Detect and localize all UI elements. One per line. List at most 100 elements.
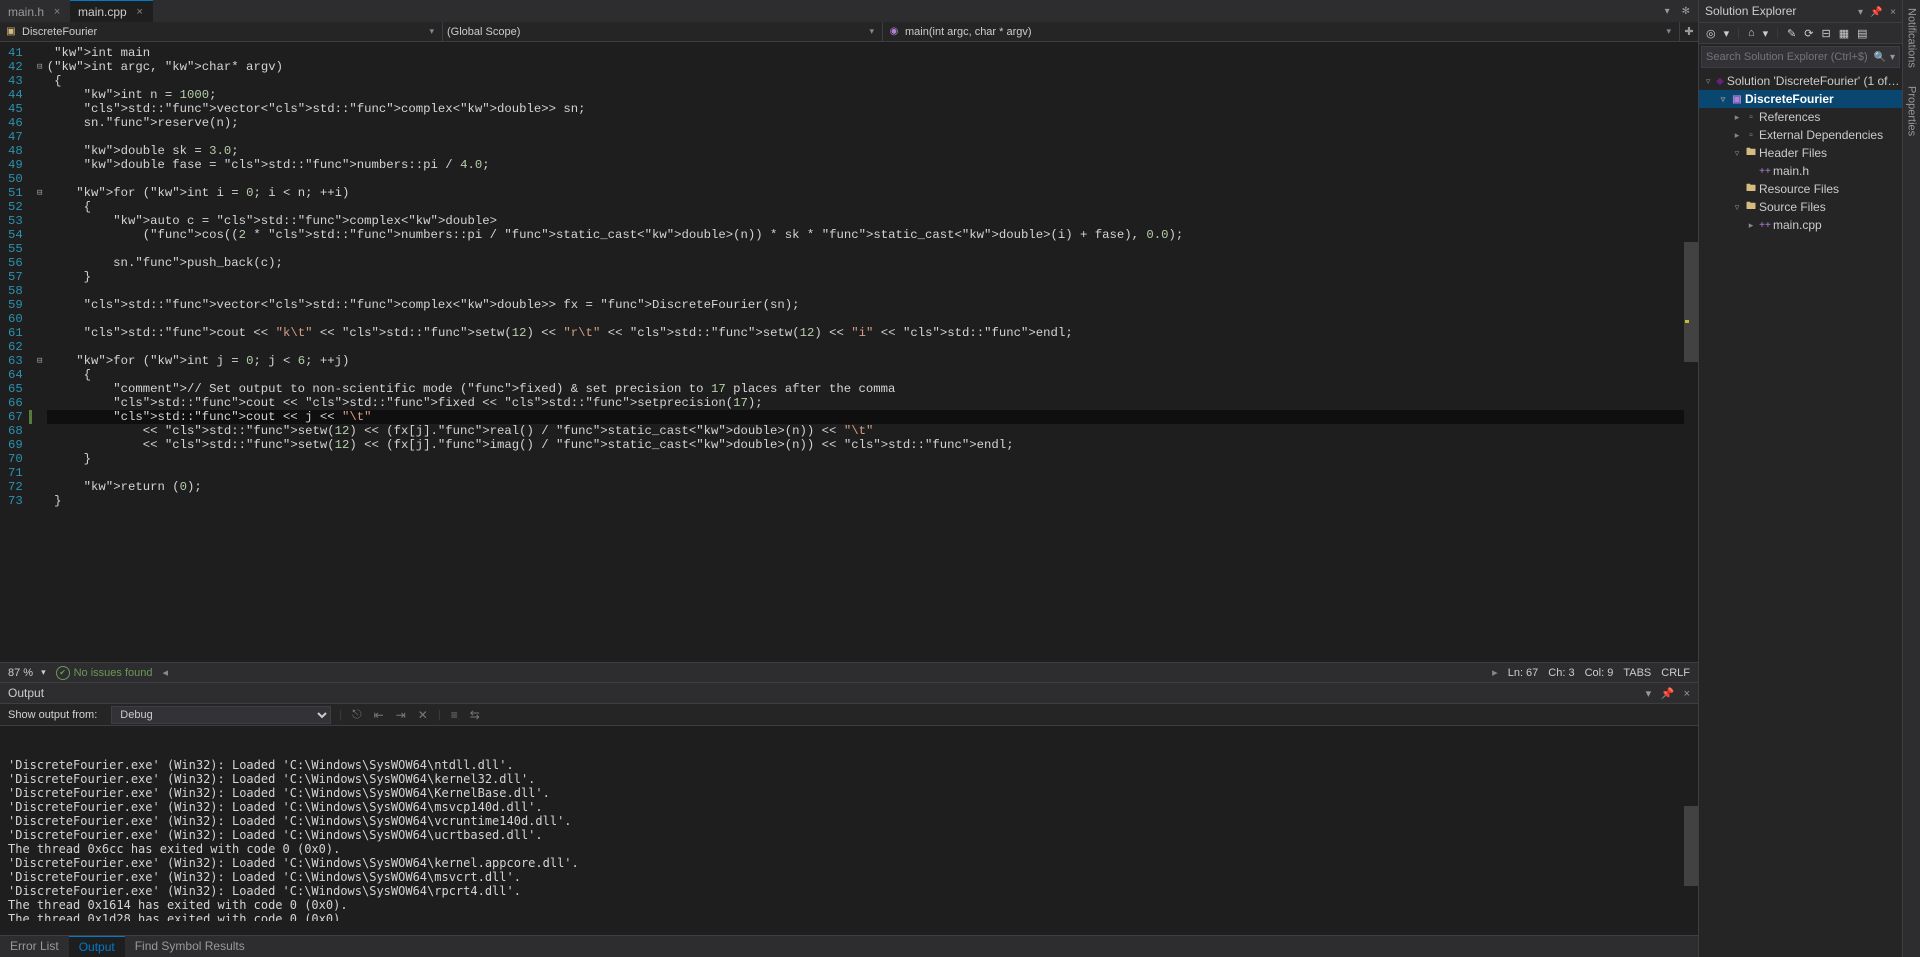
tree-label: Resource Files — [1759, 182, 1839, 196]
code-content[interactable]: "kw">int main("kw">int argc, "kw">char* … — [47, 42, 1698, 512]
expand-icon[interactable]: ▸ — [1745, 220, 1757, 231]
folder-icon: 🖿 — [1743, 145, 1759, 162]
output-source-label: Show output from: — [8, 709, 97, 721]
back-icon[interactable]: ◎ — [1703, 25, 1719, 42]
solution-explorer-search[interactable]: 🔍 ▾ — [1701, 46, 1900, 68]
output-source-select[interactable]: Debug — [111, 706, 331, 724]
tab-overflow-icon[interactable]: ▾ — [1661, 4, 1674, 19]
expand-icon[interactable]: ▿ — [1731, 202, 1743, 213]
dropdown-icon[interactable]: ▾ — [1646, 688, 1652, 700]
search-input[interactable] — [1706, 51, 1870, 63]
output-vertical-scrollbar[interactable] — [1684, 726, 1698, 921]
chevron-down-icon: ▾ — [41, 667, 46, 678]
notifications-tab[interactable]: Notifications — [1906, 4, 1918, 72]
ref-icon: ▫ — [1743, 112, 1759, 123]
tree-label: References — [1759, 110, 1820, 124]
tree-node[interactable]: ▿🖿Source Files — [1699, 198, 1902, 216]
issues-status[interactable]: No issues found — [56, 666, 153, 680]
tab-gear-icon[interactable]: ✻ — [1678, 4, 1694, 19]
dropdown-icon[interactable]: ▾ — [1858, 7, 1863, 18]
line-indicator[interactable]: Ln: 67 — [1508, 667, 1539, 679]
breadcrumb-function[interactable]: ◉ main(int argc, char * argv) ▾ — [883, 22, 1680, 41]
nav-next-icon[interactable]: ▸ — [1492, 666, 1498, 679]
tree-node[interactable]: ++main.h — [1699, 162, 1902, 180]
tab-find-symbol-results[interactable]: Find Symbol Results — [125, 936, 255, 957]
tab-error-list[interactable]: Error List — [0, 936, 69, 957]
close-icon[interactable]: × — [1684, 688, 1690, 700]
tree-label: main.cpp — [1773, 218, 1822, 232]
fwd-icon[interactable]: ▾ — [1721, 25, 1733, 42]
breadcrumb-label: (Global Scope) — [447, 26, 520, 38]
breadcrumb-project[interactable]: ▣ DiscreteFourier ▾ — [0, 22, 443, 41]
search-icon[interactable]: 🔍 — [1874, 52, 1886, 63]
scrollbar-thumb[interactable] — [1684, 242, 1698, 362]
toggle-icon[interactable]: ⇆ — [468, 706, 482, 724]
tree-node[interactable]: ▿◆Solution 'DiscreteFourier' (1 of 1 pro… — [1699, 72, 1902, 90]
right-sidebar: Notifications Properties — [1902, 0, 1920, 957]
solution-explorer: Solution Explorer ▾ 📌 × ◎ ▾ | ⌂ ▾ | ✎ ⟳ … — [1698, 0, 1902, 957]
expand-icon[interactable]: ▿ — [1717, 94, 1729, 105]
tree-node[interactable]: 🖿Resource Files — [1699, 180, 1902, 198]
indent-indicator[interactable]: TABS — [1623, 667, 1651, 679]
line-ending-indicator[interactable]: CRLF — [1661, 667, 1690, 679]
search-dropdown-icon[interactable]: ▾ — [1890, 52, 1895, 63]
breadcrumb: ▣ DiscreteFourier ▾ (Global Scope) ▾ ◉ m… — [0, 22, 1698, 42]
collapse-icon[interactable]: ⊟ — [1818, 25, 1833, 42]
output-title: Output — [8, 686, 44, 700]
proj-icon: ▣ — [1729, 94, 1745, 105]
nav-prev-icon[interactable]: ◂ — [163, 666, 169, 679]
zoom-level[interactable]: 87 %▾ — [8, 667, 46, 679]
sync-icon[interactable]: ⟳ — [1801, 25, 1816, 42]
find-icon[interactable]: ⎋ — [350, 705, 364, 724]
code-editor[interactable]: 4142434445464748495051525354555657585960… — [0, 42, 1698, 662]
scroll-marker — [1685, 320, 1689, 323]
ref-icon: ▫ — [1743, 130, 1759, 141]
tab-bar: main.h × main.cpp × ▾ ✻ — [0, 0, 1698, 22]
scrollbar-thumb[interactable] — [1684, 806, 1698, 886]
expand-icon[interactable]: ▿ — [1703, 76, 1713, 87]
tab-label: main.h — [8, 5, 44, 19]
pending-changes-icon[interactable]: ✎ — [1784, 25, 1799, 42]
pin-icon[interactable]: 📌 — [1870, 7, 1882, 18]
solution-explorer-toolbar: ◎ ▾ | ⌂ ▾ | ✎ ⟳ ⊟ ▦ ▤ — [1699, 22, 1902, 44]
tree-node[interactable]: ▸▫External Dependencies — [1699, 126, 1902, 144]
solution-tree[interactable]: ▿◆Solution 'DiscreteFourier' (1 of 1 pro… — [1699, 70, 1902, 957]
editor-status-bar: 87 %▾ No issues found ◂ ▸ Ln: 67 Ch: 3 C… — [0, 662, 1698, 682]
tab-label: main.cpp — [78, 5, 127, 19]
split-editor-icon[interactable]: ✚ — [1680, 25, 1698, 38]
tree-label: DiscreteFourier — [1745, 92, 1834, 106]
pin-icon[interactable]: 📌 — [1661, 688, 1675, 700]
char-indicator[interactable]: Ch: 3 — [1548, 667, 1574, 679]
expand-icon[interactable]: ▿ — [1731, 148, 1743, 159]
close-icon[interactable]: × — [50, 5, 64, 19]
expand-icon[interactable]: ▸ — [1731, 130, 1743, 141]
tab-output[interactable]: Output — [69, 936, 125, 957]
tree-node[interactable]: ▿🖿Header Files — [1699, 144, 1902, 162]
bottom-tab-bar: Error List Output Find Symbol Results — [0, 935, 1698, 957]
tree-label: main.h — [1773, 164, 1809, 178]
tree-node[interactable]: ▸▫References — [1699, 108, 1902, 126]
tree-node[interactable]: ▿▣DiscreteFourier — [1699, 90, 1902, 108]
tab-main-h[interactable]: main.h × — [0, 0, 70, 22]
chevron-down-icon: ▾ — [429, 26, 438, 37]
clear-icon[interactable]: ✕ — [416, 706, 430, 724]
col-indicator[interactable]: Col: 9 — [1585, 667, 1614, 679]
tree-node[interactable]: ▸++main.cpp — [1699, 216, 1902, 234]
output-content[interactable]: 'DiscreteFourier.exe' (Win32): Loaded 'C… — [0, 726, 1698, 921]
properties-icon[interactable]: ▤ — [1854, 25, 1870, 42]
show-all-icon[interactable]: ▦ — [1836, 25, 1852, 42]
project-icon: ▣ — [4, 26, 18, 38]
vertical-scrollbar[interactable] — [1684, 42, 1698, 662]
switch-view-icon[interactable]: ▾ — [1760, 25, 1772, 42]
breadcrumb-scope[interactable]: (Global Scope) ▾ — [443, 22, 883, 41]
properties-tab[interactable]: Properties — [1906, 82, 1918, 140]
close-icon[interactable]: × — [133, 5, 147, 19]
tab-main-cpp[interactable]: main.cpp × — [70, 0, 153, 22]
wrap-icon[interactable]: ≡ — [449, 706, 460, 724]
home-icon[interactable]: ⌂ — [1745, 25, 1758, 41]
output-horizontal-scrollbar[interactable] — [0, 921, 1698, 935]
expand-icon[interactable]: ▸ — [1731, 112, 1743, 123]
close-icon[interactable]: × — [1890, 7, 1896, 18]
prev-icon[interactable]: ⇤ — [372, 706, 386, 724]
next-icon[interactable]: ⇥ — [394, 706, 408, 724]
